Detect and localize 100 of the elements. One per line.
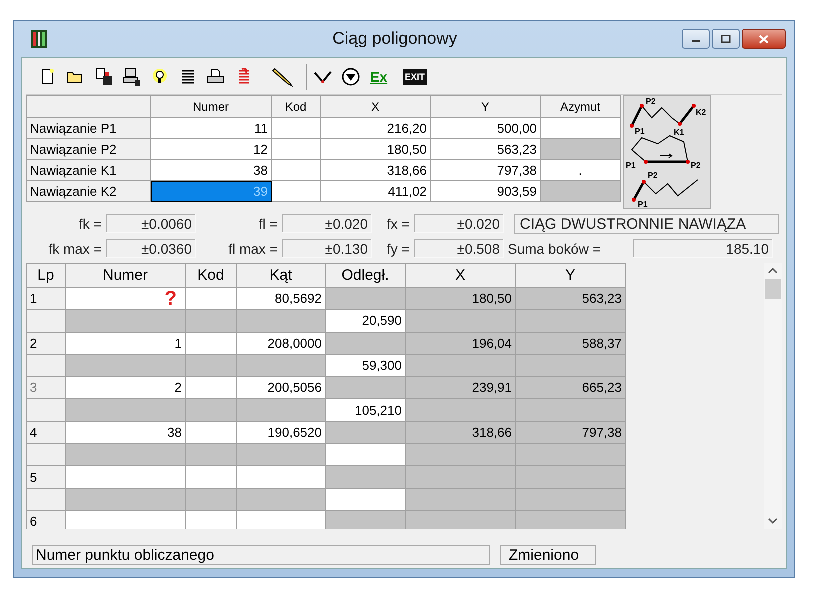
- column-header: Azymut: [540, 96, 620, 118]
- row-number: 2: [26, 332, 66, 354]
- row-number: 1: [26, 288, 66, 310]
- point-label: P2: [648, 171, 658, 180]
- x-cell[interactable]: 216,20: [320, 118, 430, 138]
- maximize-button[interactable]: [712, 29, 740, 49]
- status-state: Zmieniono: [500, 545, 596, 565]
- point-number-cell[interactable]: 2: [66, 376, 186, 399]
- status-hint: Numer punktu obliczanego: [32, 545, 490, 565]
- code-cell[interactable]: [272, 118, 320, 138]
- export-button[interactable]: Ex: [367, 64, 391, 90]
- distance-cell[interactable]: 59,300: [326, 354, 406, 377]
- stat-label: fk max =: [48, 240, 103, 256]
- number-cell[interactable]: 38: [150, 160, 272, 180]
- x-cell[interactable]: 411,02: [320, 180, 430, 202]
- traverse-types-drawing[interactable]: P2 K2 P1 K1 P1 P2 P2 P1: [623, 95, 711, 209]
- code-cell[interactable]: [186, 466, 236, 488]
- scroll-up-icon[interactable]: [768, 267, 778, 275]
- column-header: X: [320, 96, 430, 118]
- stat-value: ±0.130: [282, 239, 372, 258]
- lightbulb-icon: [152, 68, 168, 86]
- stat-label: fy =: [386, 240, 411, 256]
- point-number-cell[interactable]: 38: [66, 421, 186, 444]
- checkmark-icon: [314, 70, 332, 84]
- point-label: P2: [691, 161, 701, 170]
- scroll-down-icon[interactable]: [768, 517, 778, 525]
- row-number: [26, 310, 66, 332]
- point-label: K2: [696, 108, 706, 117]
- angle-cell[interactable]: 80,5692: [236, 288, 326, 310]
- code-cell: [186, 354, 236, 377]
- row-label: Nawiązanie P2: [26, 138, 150, 160]
- point-label: K1: [674, 128, 684, 137]
- stat-value: ±0.0360: [106, 239, 196, 258]
- azimuth-cell[interactable]: [540, 180, 620, 202]
- scrollbar[interactable]: [764, 263, 782, 529]
- code-cell[interactable]: [272, 138, 320, 160]
- save-icon: [95, 68, 113, 86]
- point-label: P2: [646, 97, 656, 106]
- column-header: Kąt: [236, 264, 326, 288]
- row-label: Nawiązanie K1: [26, 160, 150, 180]
- x-cell: 239,91: [406, 376, 516, 399]
- x-cell: 196,04: [406, 332, 516, 354]
- distance-cell[interactable]: [326, 488, 406, 510]
- code-cell[interactable]: [186, 376, 236, 399]
- angle-cell[interactable]: [236, 510, 326, 529]
- code-cell[interactable]: [186, 288, 236, 310]
- code-cell: [186, 398, 236, 422]
- stat-label: fx =: [386, 216, 411, 232]
- code-cell[interactable]: [272, 160, 320, 180]
- angle-cell[interactable]: 208,0000: [236, 332, 326, 354]
- point-label: P1: [638, 200, 648, 209]
- stat-label: fk =: [78, 216, 103, 232]
- row-number: 5: [26, 466, 66, 488]
- distance-cell[interactable]: 105,210: [326, 398, 406, 422]
- number-cell[interactable]: 11: [150, 118, 272, 138]
- exit-button[interactable]: EXIT: [403, 69, 428, 85]
- column-header: Y: [516, 264, 626, 288]
- row-number: [26, 354, 66, 377]
- y-cell: 665,23: [516, 376, 626, 399]
- row-number: [26, 488, 66, 510]
- number-cell[interactable]: 12: [150, 138, 272, 160]
- code-cell[interactable]: [186, 421, 236, 444]
- y-cell[interactable]: 903,59: [430, 180, 540, 202]
- row-number: 4: [26, 421, 66, 444]
- stat-value: ±0.508: [414, 239, 504, 258]
- distance-cell[interactable]: [326, 444, 406, 466]
- y-cell[interactable]: 797,38: [430, 160, 540, 180]
- distance-cell[interactable]: 20,590: [326, 310, 406, 332]
- list-icon: [181, 69, 195, 85]
- column-header: Kod: [186, 264, 236, 288]
- column-header: Odległ.: [326, 264, 406, 288]
- x-cell: 318,66: [406, 421, 516, 444]
- minimize-button[interactable]: [682, 29, 710, 49]
- azimuth-cell[interactable]: [540, 118, 620, 138]
- close-button[interactable]: [742, 29, 786, 49]
- row-label: Nawiązanie P1: [26, 118, 150, 138]
- point-number-cell[interactable]: 1: [66, 332, 186, 354]
- y-cell[interactable]: 563,23: [430, 138, 540, 160]
- code-cell[interactable]: [186, 332, 236, 354]
- traverse-type-field: CIĄG DWUSTRONNIE NAWIĄZA: [514, 214, 779, 234]
- point-number-cell[interactable]: [66, 466, 186, 488]
- pencil-icon: [272, 67, 294, 87]
- azimuth-cell[interactable]: .: [540, 160, 620, 180]
- scroll-thumb[interactable]: [765, 279, 781, 299]
- angle-cell[interactable]: [236, 466, 326, 488]
- printer-icon: [207, 69, 225, 85]
- angle-cell[interactable]: 200,5056: [236, 376, 326, 399]
- angle-cell[interactable]: 190,6520: [236, 421, 326, 444]
- stat-value: 185.10: [633, 239, 773, 258]
- x-cell[interactable]: 180,50: [320, 138, 430, 160]
- code-cell[interactable]: [186, 510, 236, 529]
- y-cell[interactable]: 500,00: [430, 118, 540, 138]
- row-label: Nawiązanie K2: [26, 180, 150, 202]
- point-number-cell[interactable]: [66, 510, 186, 529]
- x-cell[interactable]: 318,66: [320, 160, 430, 180]
- azimuth-cell[interactable]: [540, 138, 620, 160]
- column-header: Numer: [66, 264, 186, 288]
- code-cell[interactable]: [272, 180, 320, 202]
- app-icon: [30, 29, 48, 49]
- point-number-cell[interactable]: ?: [66, 288, 186, 310]
